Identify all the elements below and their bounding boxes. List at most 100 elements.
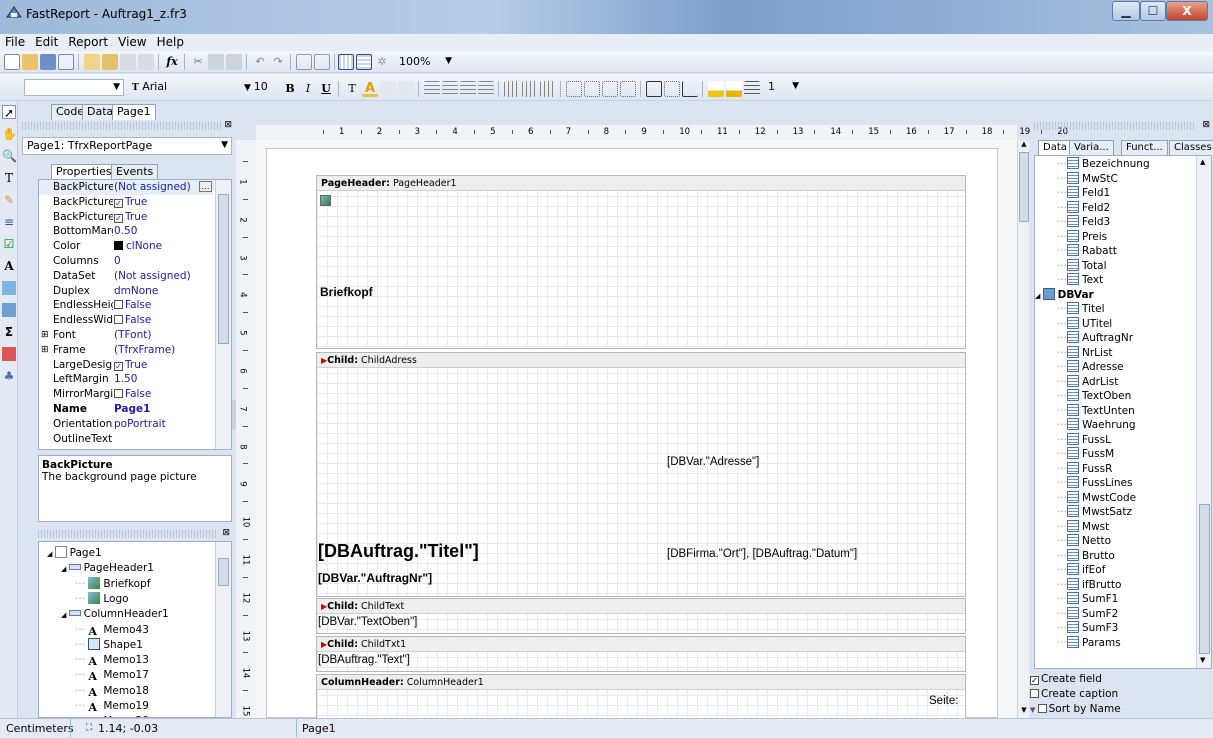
property-value[interactable]: (Not assigned)	[114, 269, 191, 284]
property-value[interactable]: False	[114, 298, 151, 313]
italic-button[interactable]: I	[300, 81, 316, 97]
fx-icon[interactable]: fx	[164, 54, 180, 70]
data-tree-item[interactable]: ··· Titel	[1057, 302, 1105, 317]
design-surface[interactable]: PageHeader: PageHeader1 Briefkopf ▶Child…	[256, 140, 1017, 718]
menu-report[interactable]: Report	[63, 34, 113, 51]
expand-icon[interactable]: ◢	[61, 565, 69, 573]
property-row[interactable]: LeftMargin 1.50	[39, 372, 214, 387]
band-insert-icon[interactable]: ≡	[2, 215, 16, 229]
inspector-grip[interactable]: ⊠	[22, 120, 234, 132]
page-settings-icon[interactable]	[138, 54, 154, 70]
property-row[interactable]: BackPicturePrintable✓True	[39, 195, 214, 210]
splitter-handle[interactable]	[232, 400, 236, 430]
tab-classes[interactable]: Classes	[1169, 140, 1213, 156]
data-tree-item[interactable]: ··· TextUnten	[1057, 403, 1135, 419]
property-scrollbar[interactable]	[215, 180, 231, 449]
data-tree-item[interactable]: ··· AuftragNr	[1057, 331, 1133, 346]
checkbox-icon[interactable]	[114, 315, 123, 325]
memo-object-icon[interactable]: A	[2, 259, 16, 273]
close-button[interactable]: X	[1166, 1, 1208, 21]
font-size-select[interactable]: ▼ 10	[240, 79, 280, 96]
align-right-icon[interactable]	[460, 81, 476, 97]
checkbox-icon[interactable]: ✓	[114, 361, 123, 371]
page-header-band[interactable]: PageHeader: PageHeader1 Briefkopf	[316, 175, 966, 349]
frame-top-icon[interactable]	[566, 81, 582, 97]
property-row[interactable]: BackPictureVisible✓True	[39, 210, 214, 225]
checkbox-icon[interactable]	[114, 300, 123, 310]
property-value[interactable]: clNone	[114, 239, 162, 254]
property-row[interactable]: Orientation poPortrait	[39, 417, 214, 432]
no-frame-icon[interactable]	[664, 81, 680, 97]
property-value[interactable]: False	[114, 313, 151, 328]
data-tree-item[interactable]: ··· ifBrutto	[1057, 577, 1121, 593]
property-value[interactable]: ✓ True	[114, 210, 147, 225]
checkbox-icon[interactable]	[114, 389, 123, 399]
data-tree-item[interactable]: ··· Bezeichnung	[1057, 157, 1150, 172]
data-tree-item[interactable]: ··· Waehrung	[1057, 418, 1136, 433]
menu-file[interactable]: File	[0, 34, 30, 51]
property-value[interactable]: (TfrxFrame)	[114, 343, 175, 358]
data-tree-item[interactable]: ··· Feld3	[1057, 215, 1110, 230]
adresse-memo[interactable]: [DBVar."Adresse"]	[667, 456, 759, 468]
property-value[interactable]: Page1	[114, 402, 150, 417]
hand-tool-icon[interactable]: ✋	[2, 127, 17, 141]
font-settings-icon[interactable]: T	[344, 81, 360, 97]
property-value[interactable]: (TFont)	[114, 328, 151, 343]
sysmemo-object-icon[interactable]: Σ	[2, 325, 16, 339]
checkbox-object-icon[interactable]: ☑	[2, 237, 16, 251]
data-tree-item[interactable]: ··· MwstCode	[1057, 490, 1136, 506]
rotation-icon[interactable]	[398, 81, 414, 97]
all-frames-icon[interactable]	[646, 81, 662, 97]
data-option-2[interactable]: Create caption	[1030, 688, 1118, 700]
frame-bottom-icon[interactable]	[584, 81, 600, 97]
design-scrollbar[interactable]: ▲ ▼	[1017, 140, 1029, 718]
group-icon[interactable]	[296, 54, 312, 70]
ort-datum-memo[interactable]: [DBFirma."Ort"], [DBAuftrag."Datum"]	[667, 548, 857, 560]
child-text-band[interactable]: ▶Child: ChildText [DBVar."TextOben"]	[316, 598, 966, 634]
titel-memo[interactable]: [DBAuftrag."Titel"]	[318, 541, 479, 562]
tab-events[interactable]: Events	[111, 164, 159, 180]
align-bottom-icon[interactable]	[540, 81, 556, 97]
report-tree-item[interactable]: ··· A Memo18	[75, 684, 149, 699]
data-tree-item[interactable]: ··· Params	[1057, 635, 1121, 651]
property-row[interactable]: BottomMargin0.50	[39, 224, 214, 239]
child-txt1-band[interactable]: ▶Child: ChildTxt1 [DBAuftrag."Text"]	[316, 636, 966, 672]
auftrag-text-memo[interactable]: [DBAuftrag."Text"]	[318, 654, 410, 666]
new-page-icon[interactable]	[84, 54, 100, 70]
chevron-up-icon[interactable]: ▲	[1200, 158, 1205, 166]
chevron-up-icon[interactable]: ▲	[1019, 140, 1029, 150]
checkbox-icon[interactable]: ✓	[1030, 676, 1039, 685]
property-row[interactable]: Name Page1	[39, 402, 214, 417]
format-copy-icon[interactable]: ✎	[2, 193, 16, 207]
frame-color-icon[interactable]	[726, 81, 742, 97]
close-icon[interactable]: ⊠	[1202, 120, 1210, 130]
menu-help[interactable]: Help	[152, 34, 189, 51]
child-adress-band[interactable]: ▶Child: ChildAdress [DBVar."Adresse"] [D…	[316, 352, 966, 597]
data-tree-item[interactable]: ··· Rabatt	[1057, 244, 1117, 259]
close-icon[interactable]: ⊠	[222, 528, 230, 538]
data-tree-item[interactable]: ··· Mwst	[1057, 519, 1109, 535]
property-value[interactable]: 0	[114, 254, 121, 269]
more-objects-icon[interactable]: ♣	[2, 369, 16, 383]
align-top-icon[interactable]	[504, 81, 520, 97]
checkbox-icon[interactable]	[1037, 704, 1047, 713]
property-row[interactable]: ⊞ Font (TFont)	[39, 328, 214, 343]
property-row[interactable]: LargeDesignHeight✓True	[39, 358, 214, 373]
property-value[interactable]: ✓ True	[114, 195, 147, 210]
redo-icon[interactable]: ↷	[270, 54, 286, 70]
tab-data-tree[interactable]: Data	[1038, 140, 1072, 156]
data-tree-item[interactable]: ◢ DBVar	[1035, 287, 1094, 303]
data-tree-item[interactable]: ··· Preis	[1057, 229, 1107, 245]
maximize-button[interactable]: ☐	[1140, 1, 1166, 21]
property-row[interactable]: BackPicture (Not assigned)…	[39, 180, 214, 195]
undo-icon[interactable]: ↶	[252, 54, 268, 70]
chevron-down-icon[interactable]: ▼	[1200, 656, 1205, 664]
shadow-icon[interactable]	[682, 81, 698, 97]
seite-memo[interactable]: Seite:	[929, 695, 958, 707]
close-icon[interactable]: ⊠	[224, 120, 232, 130]
property-row[interactable]: DataSet (Not assigned)	[39, 269, 214, 284]
auftragnr-memo[interactable]: [DBVar."AuftragNr"]	[318, 571, 432, 585]
report-tree-item[interactable]: ··· Briefkopf	[75, 576, 150, 592]
underline-button[interactable]: U	[318, 81, 334, 97]
frame-style-icon[interactable]	[744, 81, 760, 97]
